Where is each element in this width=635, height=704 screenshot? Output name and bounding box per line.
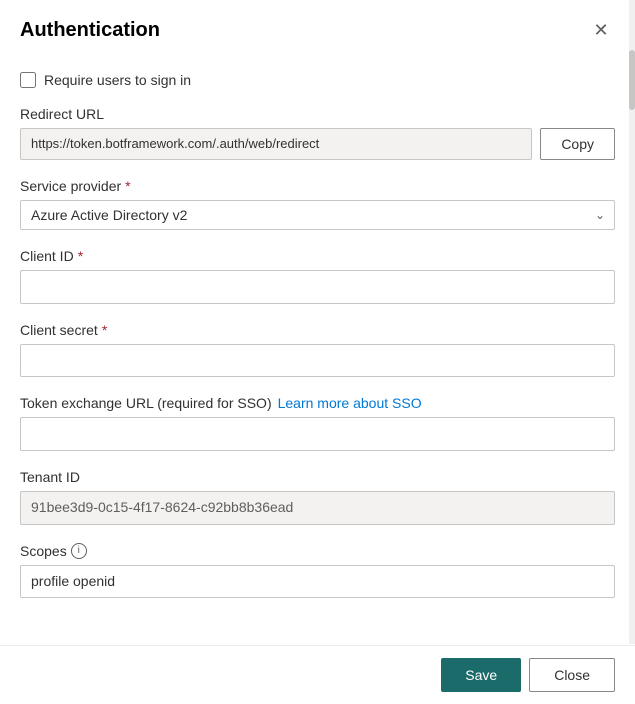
service-provider-select-wrapper: Azure Active Directory v2 Azure Active D… (20, 200, 615, 230)
scopes-group: Scopes i (20, 543, 615, 599)
redirect-url-group: Redirect URL https://token.botframework.… (20, 106, 615, 160)
close-icon-button[interactable]: ✕ (587, 16, 615, 44)
require-signin-label: Require users to sign in (44, 72, 191, 88)
dialog-title: Authentication (20, 19, 160, 42)
scrollbar-track[interactable] (629, 56, 635, 644)
close-button[interactable]: Close (529, 658, 615, 692)
scrollbar-thumb[interactable] (629, 56, 635, 110)
redirect-url-value: https://token.botframework.com/.auth/web… (20, 128, 532, 160)
token-exchange-url-label: Token exchange URL (required for SSO) Le… (20, 395, 615, 411)
redirect-url-label: Redirect URL (20, 106, 615, 122)
token-exchange-url-group: Token exchange URL (required for SSO) Le… (20, 395, 615, 451)
dialog-header: Authentication ✕ (0, 0, 635, 56)
tenant-id-label: Tenant ID (20, 469, 615, 485)
learn-more-sso-link[interactable]: Learn more about SSO (278, 395, 422, 411)
dialog-body: Require users to sign in Redirect URL ht… (0, 56, 635, 645)
require-signin-row: Require users to sign in (20, 72, 615, 88)
tenant-id-group: Tenant ID (20, 469, 615, 525)
copy-button[interactable]: Copy (540, 128, 615, 160)
required-star-client-id: * (78, 248, 83, 264)
client-id-group: Client ID * (20, 248, 615, 304)
token-exchange-url-input[interactable] (20, 417, 615, 451)
tenant-id-input (20, 491, 615, 525)
service-provider-group: Service provider * Azure Active Director… (20, 178, 615, 230)
redirect-url-row: https://token.botframework.com/.auth/web… (20, 128, 615, 160)
authentication-dialog: Authentication ✕ Require users to sign i… (0, 0, 635, 704)
client-id-input[interactable] (20, 270, 615, 304)
dialog-footer: Save Close (0, 645, 635, 704)
scopes-input[interactable] (20, 565, 615, 599)
service-provider-label: Service provider * (20, 178, 615, 194)
client-id-label: Client ID * (20, 248, 615, 264)
scopes-label: Scopes i (20, 543, 615, 559)
save-button[interactable]: Save (441, 658, 521, 692)
required-star-service: * (125, 178, 130, 194)
client-secret-group: Client secret * (20, 322, 615, 378)
service-provider-select[interactable]: Azure Active Directory v2 Azure Active D… (20, 200, 615, 230)
client-secret-label: Client secret * (20, 322, 615, 338)
info-icon[interactable]: i (71, 543, 87, 559)
client-secret-input[interactable] (20, 344, 615, 378)
require-signin-checkbox[interactable] (20, 72, 36, 88)
required-star-client-secret: * (102, 322, 107, 338)
